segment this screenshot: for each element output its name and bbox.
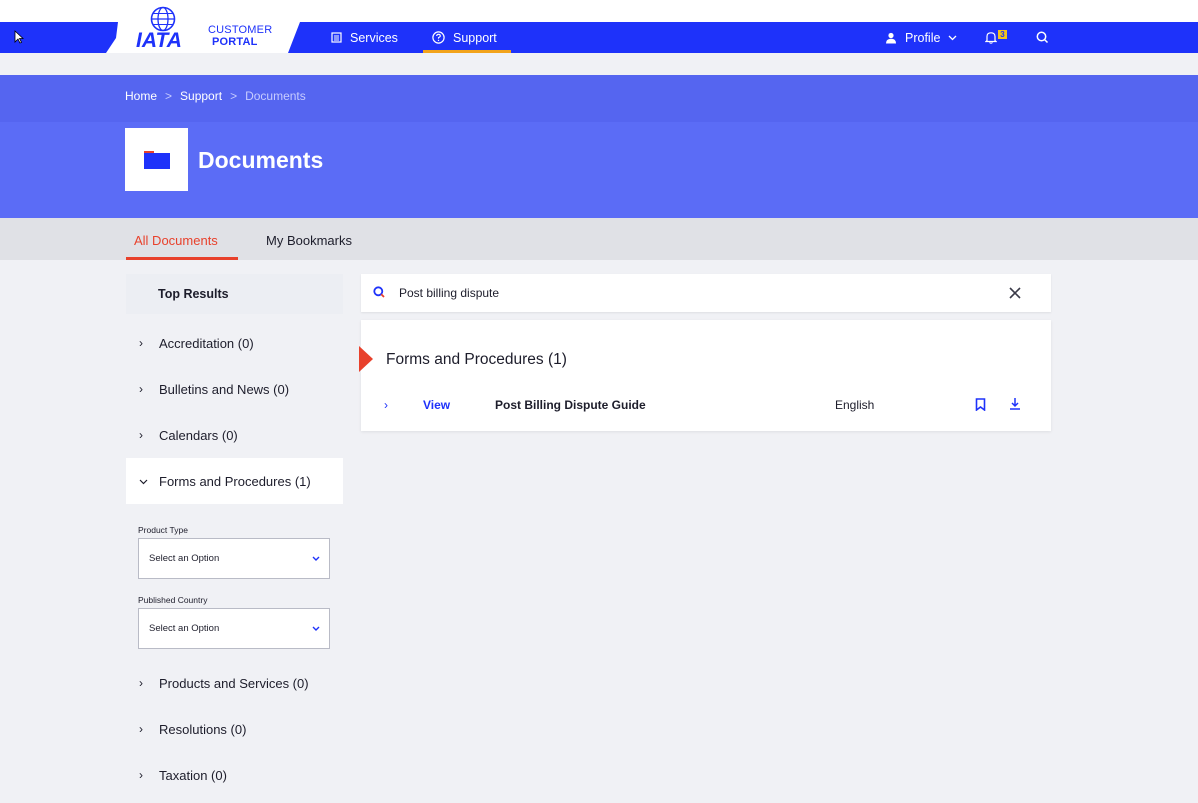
breadcrumb-support[interactable]: Support (180, 89, 222, 103)
bell-icon (985, 32, 997, 44)
results-panel: Forms and Procedures (1) › View Post Bil… (359, 320, 1051, 431)
category-label: Bulletins and News (0) (159, 381, 290, 397)
category-label: Taxation (0) (159, 767, 227, 783)
chevron-right-icon: › (139, 382, 143, 396)
document-title: Post Billing Dispute Guide (495, 398, 646, 412)
expand-row-button[interactable]: › (384, 398, 388, 412)
product-type-select[interactable]: Select an Option (138, 538, 330, 579)
nav-services-label: Services (350, 30, 398, 45)
global-search-button[interactable] (1036, 22, 1049, 53)
nav-support-label: Support (453, 30, 497, 45)
breadcrumb: Home > Support > Documents (125, 89, 306, 103)
help-circle-icon (432, 31, 445, 44)
nav-profile-label: Profile (905, 30, 941, 45)
category-item[interactable]: › Bulletins and News (0) (126, 366, 343, 412)
services-icon (331, 32, 342, 43)
section-marker (359, 346, 373, 372)
published-country-label: Published Country (138, 595, 208, 605)
tabs-bar: All Documents My Bookmarks (0, 218, 1198, 260)
table-row: › View Post Billing Dispute Guide Englis… (361, 398, 1051, 416)
category-label: Accreditation (0) (159, 335, 254, 351)
chevron-right-icon: › (139, 768, 143, 782)
breadcrumb-separator: > (230, 89, 238, 103)
category-item[interactable]: › Taxation (0) (126, 752, 343, 798)
bookmark-icon (975, 398, 986, 412)
notifications-button[interactable]: 3 (985, 22, 1007, 53)
bookmark-button[interactable] (975, 398, 986, 414)
download-button[interactable] (1009, 397, 1021, 413)
product-type-value: Select an Option (149, 553, 220, 564)
category-filters: Product Type Select an Option Published … (126, 506, 343, 660)
category-label: Forms and Procedures (1) (159, 473, 311, 489)
document-language: English (835, 398, 875, 412)
breadcrumb-current: Documents (245, 89, 306, 103)
category-label: Products and Services (0) (159, 675, 309, 691)
category-label: Resolutions (0) (159, 721, 247, 737)
category-sidebar: Top Results › Accreditation (0) › Bullet… (126, 274, 343, 803)
category-item[interactable]: › Products and Services (0) (126, 660, 343, 706)
chevron-right-icon: › (139, 676, 143, 690)
document-search-bar[interactable]: Post billing dispute (361, 274, 1051, 312)
chevron-down-icon (312, 609, 320, 649)
product-type-label: Product Type (138, 525, 188, 535)
chevron-right-icon: › (139, 722, 143, 736)
view-document-link[interactable]: View (423, 398, 450, 412)
nav-services[interactable]: Services (331, 22, 398, 53)
breadcrumb-separator: > (165, 89, 173, 103)
search-icon (1036, 31, 1049, 44)
published-country-value: Select an Option (149, 623, 220, 634)
chevron-right-icon: › (139, 336, 143, 350)
chevron-down-icon (139, 474, 159, 488)
close-icon (1009, 287, 1021, 299)
portal-name-line2: PORTAL (212, 36, 258, 48)
category-item[interactable]: › Calendars (0) (126, 412, 343, 458)
page-title: Documents (198, 147, 324, 173)
folder-icon (143, 150, 170, 169)
results-heading: Forms and Procedures (1) (386, 351, 567, 368)
page-icon-box (125, 128, 188, 191)
download-icon (1010, 398, 1020, 410)
top-results-button[interactable]: Top Results (126, 274, 343, 314)
breadcrumb-home[interactable]: Home (125, 89, 157, 103)
category-item[interactable]: › Resolutions (0) (126, 706, 343, 752)
top-navigation: IATA CUSTOMER PORTAL Services Support Pr… (0, 6, 1198, 53)
search-icon (373, 286, 385, 298)
chevron-down-icon (948, 35, 957, 40)
category-label: Calendars (0) (159, 427, 238, 443)
logo-word[interactable]: IATA (136, 29, 182, 53)
page-header: Home > Support > Documents Documents (0, 75, 1198, 218)
category-item-expanded[interactable]: Forms and Procedures (1) (126, 458, 343, 504)
tab-all-documents[interactable]: All Documents (134, 233, 218, 248)
portal-name[interactable]: CUSTOMER PORTAL (208, 24, 272, 48)
user-icon (886, 32, 896, 43)
category-list-continued: › Products and Services (0) › Resolution… (126, 660, 343, 803)
mouse-cursor-icon (14, 30, 24, 44)
nav-profile-dropdown[interactable]: Profile (885, 22, 957, 53)
search-input[interactable]: Post billing dispute (399, 286, 499, 300)
chevron-down-icon (312, 539, 320, 579)
published-country-select[interactable]: Select an Option (138, 608, 330, 649)
clear-search-button[interactable] (1009, 283, 1021, 304)
active-tab-indicator (126, 257, 238, 260)
notification-badge: 3 (998, 30, 1007, 39)
chevron-right-icon: › (139, 428, 143, 442)
category-item[interactable]: › Accreditation (0) (126, 320, 343, 366)
top-strip (0, 0, 1198, 22)
nav-support[interactable]: Support (432, 22, 497, 53)
tab-my-bookmarks[interactable]: My Bookmarks (266, 233, 352, 248)
active-nav-indicator (423, 50, 511, 53)
portal-name-line1: CUSTOMER (208, 24, 273, 36)
